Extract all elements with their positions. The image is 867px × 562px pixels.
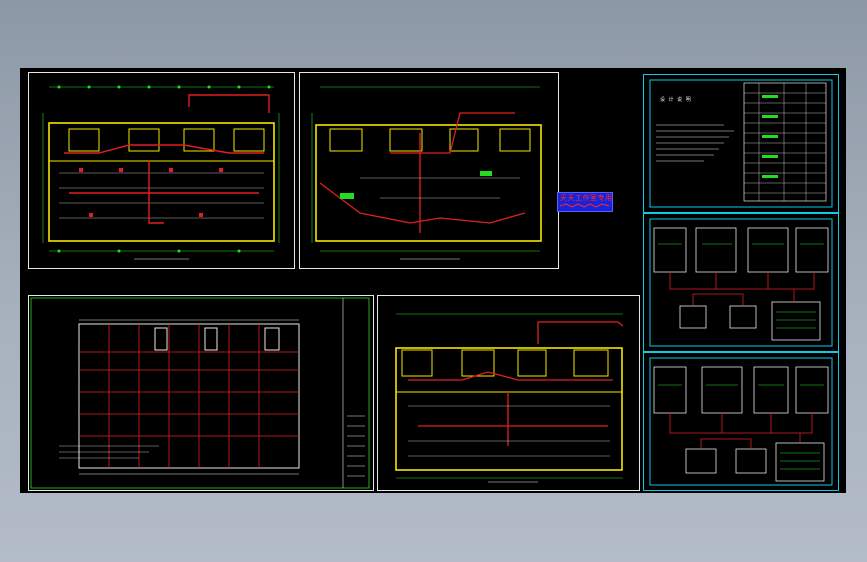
watermark-stamp: 天天工作室专用 [557, 192, 613, 212]
grid-plan-drawing [30, 297, 370, 489]
sheet-floor-plan-3[interactable] [377, 295, 640, 491]
design-notes-title: 设 计 说 明 [660, 97, 692, 103]
stamp-scribble [560, 203, 610, 208]
sheet-system-diagram-1[interactable] [643, 213, 839, 352]
system-diagram-1-drawing [649, 218, 833, 347]
sheet-floor-plan-2[interactable] [299, 72, 559, 269]
sheet-design-notes[interactable] [643, 74, 839, 213]
floor-plan-1-drawing [42, 85, 280, 260]
sheet-floor-plan-1[interactable] [28, 72, 295, 269]
floor-plan-2-drawing [311, 86, 542, 260]
sheet-system-diagram-2[interactable] [643, 352, 839, 491]
system-diagram-2-drawing [649, 357, 833, 486]
floor-plan-3-drawing [395, 313, 624, 483]
sheet-grid-plan[interactable] [28, 295, 374, 491]
stamp-title: 天天工作室专用 [560, 194, 613, 202]
